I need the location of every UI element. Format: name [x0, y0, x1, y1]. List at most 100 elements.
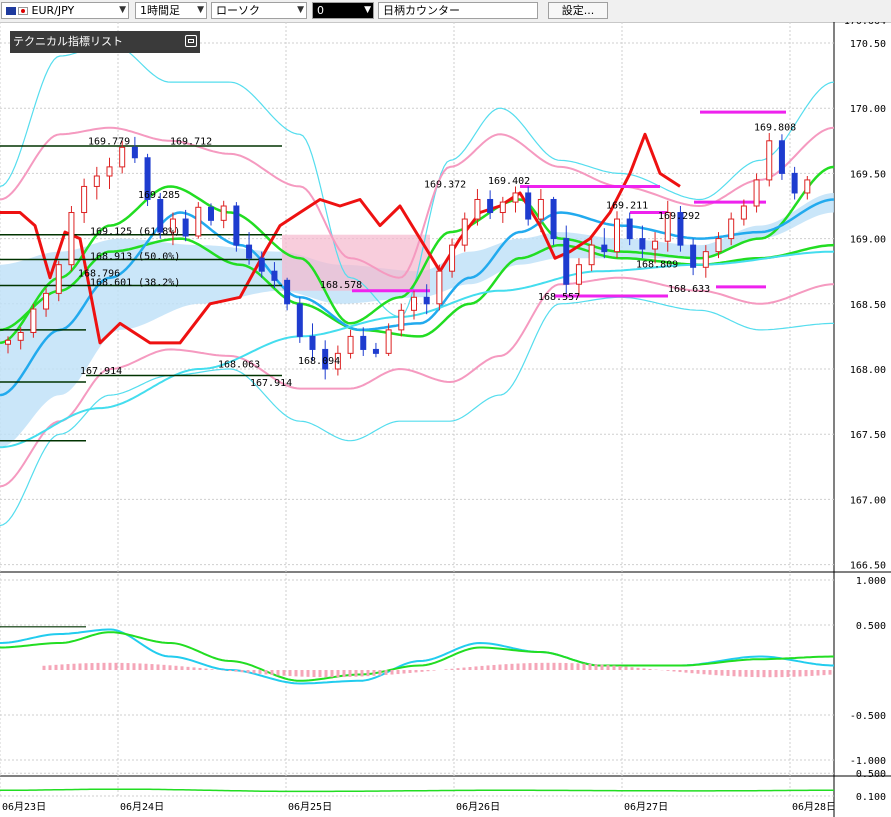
- bottom-tick-label: 0.100: [856, 792, 886, 803]
- date-label: 06月23日: [2, 801, 46, 813]
- candle-body: [68, 212, 75, 266]
- date-label: 06月26日: [456, 801, 500, 813]
- macd-line: [0, 628, 834, 685]
- settings-label: 設定...: [561, 4, 595, 17]
- price-annotation: 168.633: [668, 284, 710, 295]
- price-annotation: 168.578: [320, 280, 362, 291]
- timeframe-select[interactable]: 1時間足 ▼: [135, 2, 207, 19]
- price-tick-label: 167.00: [850, 495, 886, 506]
- candle-body: [791, 172, 798, 194]
- candle-body: [309, 335, 316, 350]
- candle-body: [208, 206, 214, 221]
- candle-body: [575, 264, 582, 285]
- indicator-list-title: テクニカル指標リスト: [13, 35, 123, 48]
- candle-body: [93, 175, 100, 187]
- candle-body: [131, 146, 138, 159]
- bottom-indicator-line: [0, 788, 834, 793]
- candle-body: [411, 296, 417, 311]
- price-tick-label: 169.50: [850, 169, 886, 180]
- toolbar: EUR/JPY ▼ 1時間足 ▼ ローソク ▼ 0 ▼ 日柄カウンター 設定..…: [0, 0, 891, 23]
- price-annotation: 168.063: [218, 360, 260, 371]
- candle-body: [614, 218, 620, 253]
- candle-body: [385, 329, 392, 354]
- price-annotation: 169.712: [170, 137, 212, 148]
- candle-body: [474, 198, 481, 220]
- date-label: 06月24日: [120, 801, 164, 813]
- candle-body: [233, 205, 240, 246]
- counter-label: 日柄カウンター: [383, 4, 460, 17]
- candle-body: [246, 244, 253, 259]
- candle-body: [30, 308, 37, 333]
- candle-body: [360, 335, 367, 350]
- counter-input[interactable]: 日柄カウンター: [378, 2, 538, 19]
- candle-body: [81, 185, 88, 214]
- chart-type-label: ローソク: [216, 4, 260, 17]
- chevron-down-icon: ▼: [364, 5, 371, 15]
- price-annotation: 168.601 (38.2%): [90, 278, 180, 289]
- candle-body: [449, 244, 456, 272]
- date-label: 06月28日: [792, 801, 836, 813]
- settings-button[interactable]: 設定...: [548, 2, 608, 19]
- candle-body: [690, 244, 697, 268]
- candle-body: [284, 279, 291, 305]
- chevron-down-icon: ▼: [197, 5, 204, 15]
- candle-body: [347, 335, 354, 354]
- candle-body: [728, 218, 735, 240]
- candle-body: [258, 257, 265, 272]
- candle-body: [271, 270, 278, 281]
- price-chart[interactable]: 170.50 170.00 169.50 169.00 168.50 168.00 167.…: [0, 22, 891, 817]
- restore-icon[interactable]: [185, 35, 197, 47]
- candle-body: [220, 205, 227, 221]
- timeframe-label: 1時間足: [140, 4, 180, 17]
- price-annotation: 169.285: [138, 190, 180, 201]
- candle-body: [778, 140, 785, 174]
- candle-body: [753, 179, 760, 207]
- date-label: 06月27日: [624, 801, 668, 813]
- symbol-select[interactable]: EUR/JPY ▼: [1, 2, 129, 19]
- macd-tick-label: 1.000: [856, 576, 886, 587]
- candle-body: [563, 238, 570, 285]
- price-annotation: 169.402: [488, 176, 530, 187]
- price-annotation: 168.913 (50.0%): [90, 251, 180, 262]
- tool-select[interactable]: 0 ▼: [312, 2, 374, 19]
- price-annotation: 169.211: [606, 201, 648, 212]
- candle-body: [652, 240, 659, 250]
- bollinger-lower-2: [0, 296, 834, 527]
- price-tick-label: 170.664: [844, 22, 886, 27]
- price-annotation: 168.557: [538, 292, 580, 303]
- candle-body: [43, 292, 50, 310]
- candle-body: [550, 198, 557, 240]
- candle-body: [766, 140, 773, 181]
- price-tick-label: 168.00: [850, 365, 886, 376]
- candle-body: [804, 179, 811, 194]
- candle-body: [702, 251, 709, 268]
- price-tick-label: 168.50: [850, 300, 886, 311]
- candle-body: [537, 198, 544, 220]
- candle-body: [106, 166, 113, 177]
- price-annotation: 169.808: [754, 122, 796, 133]
- chevron-down-icon: ▼: [297, 5, 304, 15]
- macd-tick-label: -0.500: [850, 711, 886, 722]
- candle-body: [639, 238, 646, 250]
- candle-body: [525, 192, 532, 220]
- indicator-list-panel[interactable]: テクニカル指標リスト: [10, 31, 200, 53]
- price-annotation: 169.779: [88, 137, 130, 148]
- symbol-label: EUR/JPY: [31, 4, 75, 17]
- price-annotation: 168.094: [298, 356, 340, 367]
- candle-body: [17, 331, 24, 341]
- candle-body: [461, 218, 468, 246]
- candle-body: [740, 205, 747, 220]
- candle-body: [372, 348, 379, 354]
- price-annotation: 169.292: [658, 211, 700, 222]
- candle-body: [499, 201, 506, 214]
- price-tick-label: 166.50: [850, 561, 886, 572]
- candle-body: [601, 244, 608, 253]
- price-annotation: 167.914: [80, 366, 122, 377]
- chart-type-select[interactable]: ローソク ▼: [211, 2, 307, 19]
- price-tick-label: 170.50: [850, 39, 886, 50]
- candle-body: [512, 192, 519, 203]
- price-annotation: 169.125 (61.8%): [90, 227, 180, 238]
- candle-body: [436, 270, 443, 305]
- price-tick-label: 169.00: [850, 235, 886, 246]
- candle-body: [195, 206, 202, 237]
